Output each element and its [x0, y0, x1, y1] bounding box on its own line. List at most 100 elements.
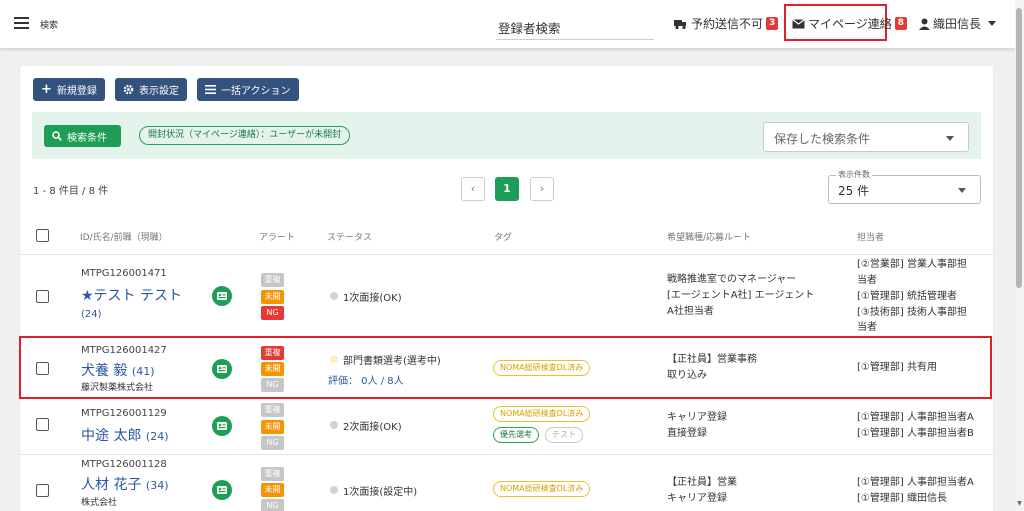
select-all-checkbox[interactable]: [36, 229, 49, 242]
send-fail-link[interactable]: 予約送信不可 3: [674, 15, 779, 32]
result-range: 1 - 8 件目 / 8 件: [33, 186, 109, 197]
new-register-label: 新規登録: [56, 86, 97, 97]
scroll-down-icon[interactable]: ▼: [1015, 500, 1024, 507]
profile-card-icon[interactable]: [212, 286, 232, 306]
profile-card-icon[interactable]: [212, 416, 232, 436]
status-dot: [330, 292, 338, 300]
filter-chip[interactable]: 開封状況（マイページ連絡）：ユーザーが未開封: [139, 126, 351, 145]
search-conditions-button[interactable]: 検索条件: [44, 125, 121, 147]
profile-card-icon[interactable]: [212, 480, 232, 500]
candidate-age: (34): [145, 479, 169, 492]
candidate-id: MTPG126001128: [81, 459, 167, 470]
send-fail-badge: 3: [766, 17, 779, 30]
column-header-status[interactable]: ステータス: [327, 230, 372, 243]
job-line: キャリア登録: [667, 412, 727, 423]
alert-ng: NG: [261, 436, 284, 450]
chevron-down-icon: [988, 21, 997, 26]
status-text: 2次面接(OK): [343, 422, 402, 433]
candidate-company: 株式会社: [81, 498, 118, 508]
candidate-name-link[interactable]: ★テスト テスト: [81, 285, 182, 305]
saved-search-placeholder: 保存した検索条件: [774, 132, 871, 146]
candidate-age: (24): [81, 309, 102, 320]
divider: [20, 454, 993, 455]
display-settings-label: 表示設定: [139, 86, 179, 97]
job-line: A社担当者: [667, 306, 714, 317]
row-checkbox[interactable]: [36, 290, 49, 303]
staff-line: [①管理部] 人事部担当者A: [857, 477, 974, 488]
job-line: [エージェントA社] エージェント: [667, 290, 815, 301]
staff-line: [③技術部] 技術人事部担: [857, 307, 967, 318]
top-bar: 検索 登録者検索 予約送信不可 3 マイページ連絡 8 織田信長: [0, 0, 1024, 49]
scrollbar-thumb[interactable]: [1016, 8, 1022, 288]
search-icon: [52, 131, 62, 141]
alert-unopened: 未開封: [261, 420, 284, 445]
gear-icon: [123, 84, 134, 95]
prev-page-button[interactable]: ‹: [461, 177, 485, 201]
staff-line: [①管理部] 人事部担当者A: [857, 412, 974, 423]
job-line: 【正社員】営業: [667, 477, 737, 488]
column-header-staff[interactable]: 担当者: [857, 230, 884, 243]
staff-line: [②営業部] 営業人事部担: [857, 259, 967, 270]
chevron-down-icon: [946, 136, 954, 141]
plus-icon: +: [41, 82, 52, 97]
alert-ng: NG: [261, 499, 284, 511]
column-header-alert[interactable]: アラート: [259, 230, 295, 243]
alert-unopened: 未開封: [261, 290, 284, 315]
display-settings-button[interactable]: 表示設定: [115, 78, 187, 101]
mypage-link[interactable]: マイページ連絡 8: [792, 15, 908, 32]
envelope-icon: [792, 18, 805, 28]
row-checkbox[interactable]: [36, 484, 49, 497]
tag-chip: NOMA総研検査DL済み: [493, 481, 591, 497]
column-header-tag[interactable]: タグ: [494, 230, 512, 243]
staff-line: [①管理部] 織田信長: [857, 493, 947, 504]
alert-duplicate: 重複: [261, 467, 284, 481]
job-line: 戦略推進室でのマネージャー: [667, 274, 797, 285]
tag-chip: NOMA総研検査DL済み: [493, 406, 591, 422]
staff-line: [①管理部] 人事部担当者B: [857, 428, 974, 439]
mypage-badge: 8: [894, 17, 908, 30]
registrant-search-input[interactable]: 登録者検索: [496, 14, 654, 40]
status-dot: [330, 421, 338, 429]
row-checkbox[interactable]: [36, 418, 49, 431]
saved-search-select[interactable]: 保存した検索条件: [763, 122, 969, 152]
job-line: 直接登録: [667, 428, 707, 439]
per-page-value: 25 件: [838, 184, 870, 198]
alert-duplicate: 重複: [261, 273, 284, 287]
candidate-name-link[interactable]: 人材 花子 (34): [81, 474, 169, 494]
truck-icon: [674, 19, 686, 29]
column-header-job[interactable]: 希望職種/応募ルート: [667, 230, 751, 243]
bulk-action-button[interactable]: 一括アクション: [197, 78, 299, 101]
status-text: 1次面接(設定中): [343, 487, 418, 498]
per-page-label: 表示件数: [836, 169, 872, 180]
alert-duplicate: 重複: [261, 403, 284, 417]
tag-chip: 優先選考: [493, 427, 539, 443]
candidate-name: 人材 花子: [81, 477, 142, 493]
job-line: キャリア登録: [667, 493, 727, 504]
next-page-button[interactable]: ›: [530, 177, 554, 201]
new-register-button[interactable]: + 新規登録: [33, 78, 105, 101]
divider: [20, 254, 993, 255]
user-icon: [919, 18, 930, 30]
page-1-button[interactable]: 1: [495, 177, 519, 201]
staff-line: 当者: [857, 322, 877, 333]
staff-line: [①管理部] 統括管理者: [857, 291, 957, 302]
status-dot: [330, 486, 338, 494]
alert-unopened: 未開封: [261, 483, 284, 508]
column-header-name[interactable]: ID/氏名/前職（現職）: [80, 230, 168, 243]
chevron-down-icon: [958, 188, 966, 193]
status-text: 1次面接(OK): [343, 293, 402, 304]
candidate-name-link[interactable]: 中途 太郎 (24): [81, 425, 169, 445]
alert-ng: NG: [261, 306, 284, 320]
staff-line: 当者: [857, 275, 877, 286]
candidate-id: MTPG126001471: [81, 268, 167, 279]
user-menu[interactable]: 織田信長: [919, 15, 997, 32]
menu-icon[interactable]: [14, 17, 29, 29]
list-icon: [205, 85, 216, 94]
send-fail-label: 予約送信不可: [691, 17, 764, 31]
tag-chip: テスト: [545, 427, 583, 443]
candidate-age: (24): [145, 430, 169, 443]
candidate-name: 中途 太郎: [81, 428, 142, 444]
candidate-id: MTPG126001129: [81, 408, 167, 419]
search-conditions-label: 検索条件: [67, 132, 107, 144]
page-title: 検索: [40, 21, 59, 31]
